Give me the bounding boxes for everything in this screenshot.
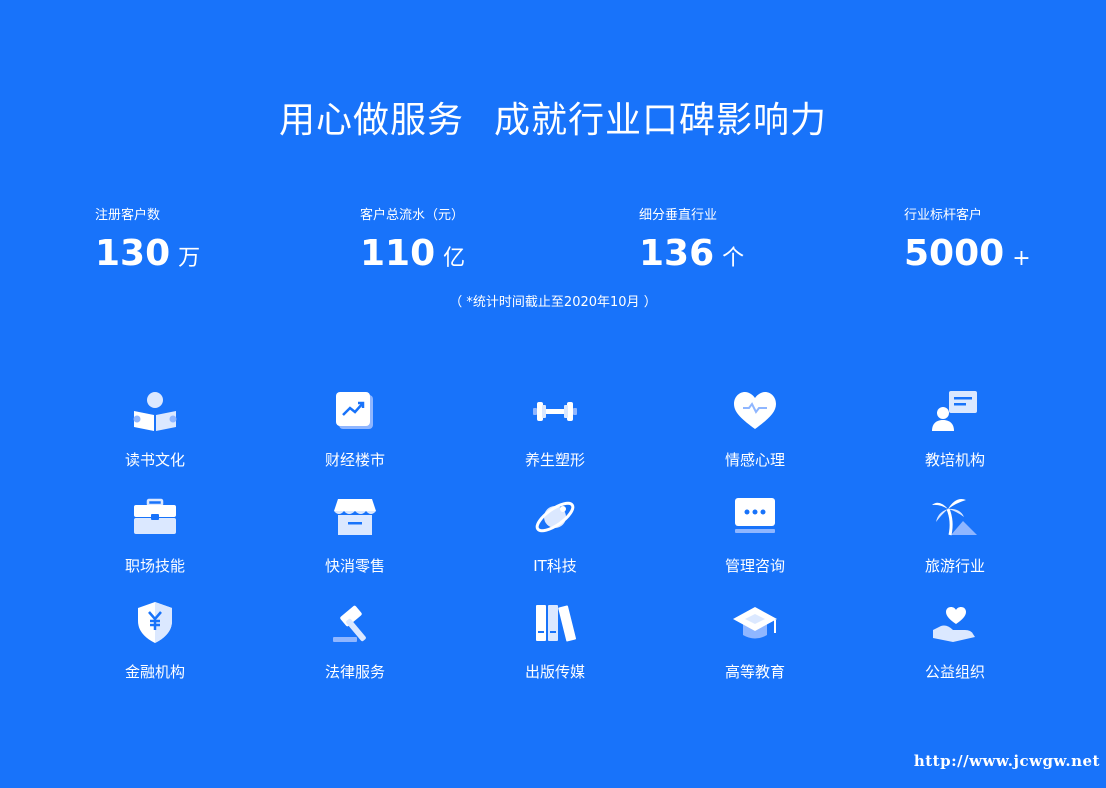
industry-it[interactable]: IT科技 bbox=[455, 491, 655, 597]
industry-label: 养生塑形 bbox=[524, 451, 585, 469]
stat-registered-customers: 注册客户数 130 万 bbox=[95, 207, 200, 283]
industry-label: 法律服务 bbox=[324, 663, 385, 681]
reading-icon bbox=[133, 392, 177, 431]
heart-hand-icon bbox=[933, 607, 975, 642]
page-headline: 用心做服务 成就行业口碑影响力 bbox=[0, 96, 1106, 146]
stat-unit: + bbox=[1012, 246, 1031, 271]
stat-vertical-industries: 细分垂直行业 136 个 bbox=[639, 207, 744, 283]
stat-benchmark-customers: 行业标杆客户 5000 + bbox=[904, 207, 1031, 283]
industry-label: 旅游行业 bbox=[924, 557, 985, 575]
industry-consulting[interactable]: 管理咨询 bbox=[655, 491, 855, 597]
stat-label: 客户总流水（元） bbox=[360, 208, 465, 223]
industry-fitness[interactable]: 养生塑形 bbox=[455, 385, 655, 491]
industry-publishing[interactable]: 出版传媒 bbox=[455, 597, 655, 703]
stat-customer-turnover: 客户总流水（元） 110 亿 bbox=[360, 207, 465, 283]
stat-label: 细分垂直行业 bbox=[639, 208, 718, 223]
industry-charity[interactable]: 公益组织 bbox=[855, 597, 1055, 703]
stat-unit: 亿 bbox=[443, 246, 466, 271]
stat-number: 110 bbox=[360, 233, 436, 274]
industry-label: 读书文化 bbox=[124, 451, 185, 469]
stat-number: 136 bbox=[639, 233, 715, 274]
store-icon bbox=[334, 499, 376, 535]
industry-finance[interactable]: 财经楼市 bbox=[255, 385, 455, 491]
industry-label: 财经楼市 bbox=[324, 451, 385, 469]
industry-label: 情感心理 bbox=[724, 451, 785, 469]
industry-reading[interactable]: 读书文化 bbox=[55, 385, 255, 491]
industry-label: 快消零售 bbox=[324, 557, 385, 575]
industry-career[interactable]: 职场技能 bbox=[55, 491, 255, 597]
dumbbell-icon bbox=[533, 402, 577, 421]
industry-travel[interactable]: 旅游行业 bbox=[855, 491, 1055, 597]
graduation-cap-icon bbox=[733, 607, 777, 639]
stats-footnote: （ *统计时间截止至2020年10月 ） bbox=[449, 295, 657, 310]
industry-label: 管理咨询 bbox=[724, 557, 785, 575]
headline-part-2: 成就行业口碑影响力 bbox=[494, 100, 828, 141]
stat-number: 5000 bbox=[904, 233, 1005, 274]
briefcase-icon bbox=[134, 498, 176, 534]
finance-chart-icon bbox=[336, 392, 373, 429]
yuan-shield-icon bbox=[138, 602, 172, 643]
stat-label: 注册客户数 bbox=[95, 208, 161, 223]
stat-unit: 个 bbox=[722, 246, 745, 271]
industry-label: IT科技 bbox=[533, 557, 577, 575]
headline-part-1: 用心做服务 bbox=[278, 100, 464, 141]
industry-label: 金融机构 bbox=[124, 663, 185, 681]
stat-label: 行业标杆客户 bbox=[904, 208, 983, 223]
industry-label: 公益组织 bbox=[924, 663, 985, 681]
industry-training[interactable]: 教培机构 bbox=[855, 385, 1055, 491]
industry-banking[interactable]: 金融机构 bbox=[55, 597, 255, 703]
stat-number: 130 bbox=[95, 233, 171, 274]
industry-legal[interactable]: 法律服务 bbox=[255, 597, 455, 703]
industry-higher-education[interactable]: 高等教育 bbox=[655, 597, 855, 703]
industry-retail[interactable]: 快消零售 bbox=[255, 491, 455, 597]
industry-label: 高等教育 bbox=[724, 663, 785, 681]
planet-icon bbox=[535, 501, 575, 533]
heart-icon bbox=[734, 392, 776, 429]
site-watermark: http://www.jcwgw.net bbox=[913, 752, 1100, 770]
industry-label: 教培机构 bbox=[924, 451, 985, 469]
industry-psychology[interactable]: 情感心理 bbox=[655, 385, 855, 491]
teacher-board-icon bbox=[932, 391, 977, 431]
industry-label: 职场技能 bbox=[124, 557, 185, 575]
books-icon bbox=[536, 605, 576, 642]
industry-grid: 读书文化 财经楼市 养生塑形 情感心理 教培机构 职场技能 快消零售 IT科技 … bbox=[55, 385, 1055, 703]
stat-unit: 万 bbox=[178, 246, 201, 271]
palm-tree-icon bbox=[932, 499, 977, 536]
chat-screen-icon bbox=[735, 498, 775, 533]
industry-label: 出版传媒 bbox=[524, 663, 585, 681]
gavel-icon bbox=[333, 605, 366, 642]
